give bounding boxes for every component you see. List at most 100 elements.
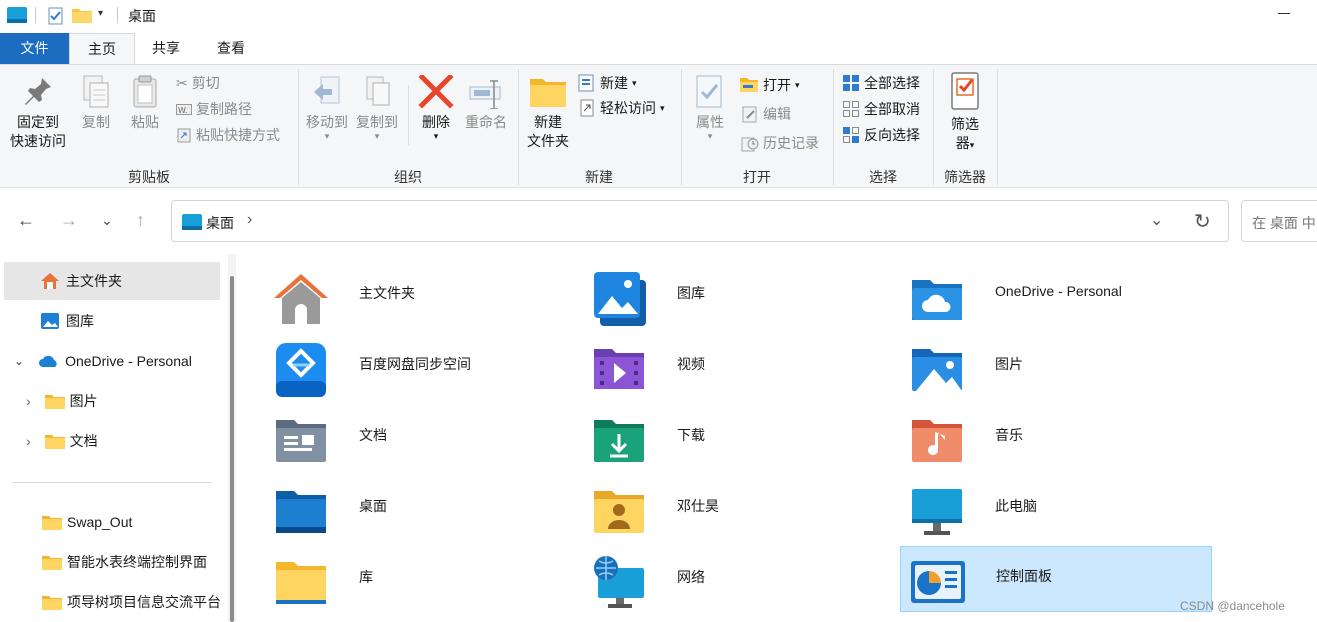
title-separator <box>35 7 36 23</box>
tab-share[interactable]: 共享 <box>143 33 189 64</box>
rename-label: 重命名 <box>465 114 507 130</box>
list-item-desktop[interactable]: 桌面 <box>264 477 576 543</box>
paste-button[interactable]: 粘贴 <box>124 75 166 132</box>
copy-to-button[interactable]: 复制到 ▾ <box>354 75 400 141</box>
cut-button[interactable]: ✂ 剪切 <box>176 73 220 93</box>
sidebar-item-swap-out[interactable]: Swap_Out <box>4 503 226 541</box>
list-item-control-panel[interactable]: 控制面板 <box>900 546 1212 612</box>
copy-label: 复制 <box>82 114 110 130</box>
select-all-icon <box>843 75 859 91</box>
forward-arrow-icon[interactable]: → <box>60 210 78 231</box>
expand-chevron-right-icon[interactable]: › <box>26 433 31 449</box>
address-path[interactable]: 桌面 <box>206 213 234 233</box>
desktop-icon <box>7 7 27 23</box>
item-label: 邓仕昊 <box>677 498 719 514</box>
sidebar-item-project-platform[interactable]: 项导树项目信息交流平台 <box>4 583 226 621</box>
select-none-button[interactable]: 全部取消 <box>842 99 920 119</box>
filter-label-line2: 器 <box>955 135 970 151</box>
copy-path-button[interactable]: W. 复制路径 <box>176 99 252 119</box>
user-folder-icon <box>594 491 644 533</box>
easy-access-button[interactable]: 轻松访问 ▾ <box>578 98 665 118</box>
sidebar-item-label: 项导树项目信息交流平台 <box>67 594 221 610</box>
back-arrow-icon[interactable]: ← <box>17 210 35 231</box>
list-item-downloads[interactable]: 下载 <box>582 406 894 472</box>
new-item-button[interactable]: 新建 ▾ <box>578 73 637 93</box>
sidebar-divider <box>12 482 212 483</box>
paste-shortcut-button[interactable]: 粘贴快捷方式 <box>176 125 280 145</box>
desktop-folder-icon <box>276 491 326 533</box>
sidebar-item-pictures[interactable]: › 图片 <box>4 382 220 420</box>
list-item-libraries[interactable]: 库 <box>264 548 576 614</box>
delete-button[interactable]: 删除 ▾ <box>414 75 458 141</box>
properties-quick-icon[interactable] <box>47 7 65 25</box>
rename-icon <box>469 80 501 109</box>
list-item-onedrive[interactable]: OneDrive - Personal <box>900 264 1212 330</box>
list-item-network[interactable]: 网络 <box>582 548 894 614</box>
folder-icon <box>44 395 65 409</box>
paste-shortcut-icon <box>177 128 191 143</box>
new-item-dropdown-icon: ▾ <box>632 77 637 88</box>
up-arrow-icon[interactable]: ↑ <box>136 210 145 231</box>
sidebar-item-home[interactable]: 主文件夹 <box>4 262 220 300</box>
sidebar-item-gallery[interactable]: 图库 <box>4 302 220 340</box>
copy-button[interactable]: 复制 <box>76 75 116 132</box>
list-item-music[interactable]: 音乐 <box>900 406 1212 472</box>
list-item-this-pc[interactable]: 此电脑 <box>900 477 1212 543</box>
search-box[interactable]: 在 桌面 中 <box>1241 200 1317 242</box>
quick-access-dropdown-icon[interactable]: ▾ <box>98 8 103 19</box>
new-folder-button[interactable]: 新建 文件夹 <box>522 75 574 151</box>
invert-selection-button[interactable]: 反向选择 <box>842 125 920 145</box>
new-folder-quick-icon[interactable] <box>72 7 92 23</box>
expand-chevron-down-icon[interactable]: ⌄ <box>14 354 24 368</box>
edit-button[interactable]: 编辑 <box>741 104 791 124</box>
recent-locations-chevron-icon[interactable]: ⌄ <box>101 212 113 229</box>
filter-button[interactable]: 筛选 器▾ <box>942 71 988 155</box>
copy-icon <box>83 75 109 108</box>
sidebar-item-water-meter[interactable]: 智能水表终端控制界面 <box>4 543 226 581</box>
history-label: 历史记录 <box>763 135 819 151</box>
new-folder-icon <box>530 79 566 107</box>
tab-home[interactable]: 主页 <box>69 33 135 64</box>
sidebar-item-label: 主文件夹 <box>66 273 122 289</box>
address-dropdown-icon[interactable]: ⌄ <box>1150 210 1163 230</box>
select-all-button[interactable]: 全部选择 <box>842 73 920 93</box>
tab-file[interactable]: 文件 <box>0 33 69 64</box>
path-chevron-icon[interactable]: › <box>247 211 252 229</box>
expand-chevron-right-icon[interactable]: › <box>26 393 31 409</box>
item-label: 视频 <box>677 356 705 372</box>
minimize-button[interactable] <box>1278 13 1290 14</box>
delete-label: 删除 <box>422 114 450 130</box>
tab-view[interactable]: 查看 <box>208 33 254 64</box>
list-item-baidu-netdisk[interactable]: 百度网盘同步空间 <box>264 335 576 401</box>
window-title: 桌面 <box>128 8 156 24</box>
list-item-documents[interactable]: 文档 <box>264 406 576 472</box>
item-label: 下载 <box>677 427 705 443</box>
sidebar-item-documents[interactable]: › 文档 <box>4 422 220 460</box>
copy-path-label: 复制路径 <box>196 101 252 117</box>
list-item-user-folder[interactable]: 邓仕昊 <box>582 477 894 543</box>
sidebar-item-onedrive[interactable]: ⌄ OneDrive - Personal <box>4 342 220 380</box>
address-bar[interactable]: 桌面 › ⌄ ↻ <box>171 200 1229 242</box>
rename-button[interactable]: 重命名 <box>462 75 510 132</box>
sidebar-scrollbar-thumb[interactable] <box>230 276 234 622</box>
paste-shortcut-label: 粘贴快捷方式 <box>196 127 280 143</box>
item-label: 图库 <box>677 285 705 301</box>
item-label: 图片 <box>995 356 1023 372</box>
open-button[interactable]: 打开 ▾ <box>739 75 800 95</box>
move-to-button[interactable]: 移动到 ▾ <box>304 75 350 141</box>
pin-quick-access-button[interactable]: 固定到 快速访问 <box>6 75 70 151</box>
open-dropdown-icon: ▾ <box>795 79 800 90</box>
open-folder-icon <box>740 78 758 92</box>
list-item-gallery[interactable]: 图库 <box>582 264 894 330</box>
list-item-home[interactable]: 主文件夹 <box>264 264 576 330</box>
list-item-videos[interactable]: 视频 <box>582 335 894 401</box>
history-button[interactable]: 历史记录 <box>741 133 819 153</box>
organize-group-label: 组织 <box>394 169 422 185</box>
list-item-pictures[interactable]: 图片 <box>900 335 1212 401</box>
properties-button[interactable]: 属性 ▾ <box>688 75 732 141</box>
pin-label-line1: 固定到 <box>17 114 59 130</box>
history-icon <box>741 137 759 152</box>
refresh-icon[interactable]: ↻ <box>1194 209 1211 234</box>
new-item-icon <box>578 74 594 92</box>
item-label: 网络 <box>677 569 705 585</box>
